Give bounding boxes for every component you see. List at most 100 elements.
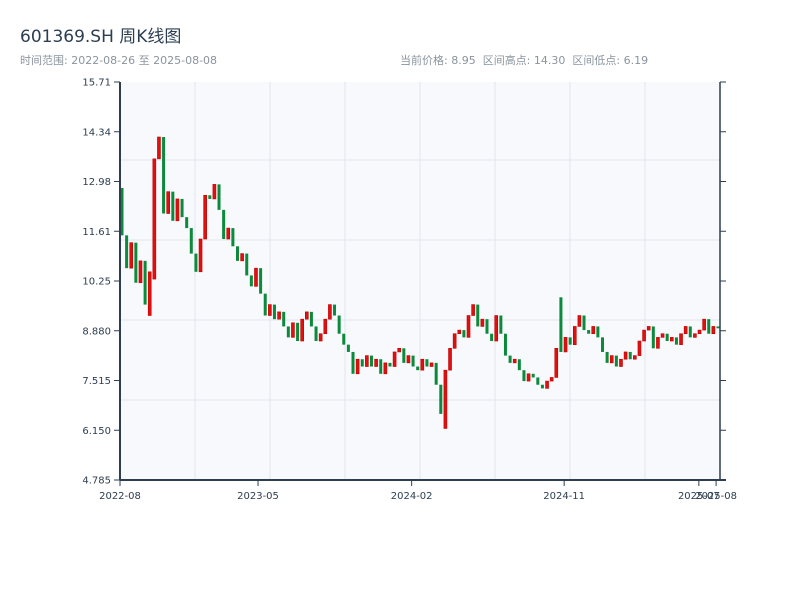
candle-up (545, 380, 549, 389)
candle-up (471, 304, 475, 316)
candle-up (383, 362, 388, 375)
candle-down (688, 326, 692, 338)
candle-down (208, 195, 212, 199)
candle-up (420, 358, 425, 371)
candle-up (392, 351, 397, 367)
candle-down (522, 370, 526, 382)
candle-up (457, 329, 462, 335)
candle-up (646, 326, 651, 331)
candle-up (633, 355, 637, 360)
x-tick-label: 2023-05 (237, 491, 279, 502)
candle-down (674, 337, 678, 345)
candle-up (623, 351, 628, 360)
candle-down (189, 228, 193, 254)
candle-down (346, 344, 350, 352)
candle-down (388, 362, 392, 367)
candle-down (490, 333, 494, 342)
candle-down (194, 253, 198, 272)
candle-up (642, 329, 646, 342)
candle-up (466, 315, 471, 338)
candle-up (291, 322, 295, 338)
candle-down (162, 137, 166, 214)
candle-up (240, 253, 244, 262)
candle-up (683, 326, 688, 335)
candle-up (554, 348, 559, 378)
candle-up (166, 191, 171, 214)
candle-down (379, 359, 383, 374)
candle-up (448, 348, 452, 371)
candle-up (609, 355, 614, 364)
candle-down (531, 373, 535, 378)
candle-up (374, 358, 378, 367)
candle-down (716, 326, 720, 329)
y-tick-label: 6.150 (82, 426, 111, 437)
candle-down (245, 253, 249, 276)
candle-up (157, 136, 161, 160)
candle-down (568, 337, 572, 345)
candle-up (549, 377, 554, 382)
candle-down (628, 351, 632, 360)
candle-up (512, 358, 517, 364)
candle-down (596, 326, 600, 338)
candle-up (318, 333, 323, 342)
candle-up (147, 271, 152, 316)
x-tick-label: 2024-02 (391, 491, 433, 502)
candle-down (222, 209, 226, 240)
candle-down (125, 235, 129, 269)
candle-down (536, 377, 540, 385)
candle-down (236, 246, 240, 261)
candle-down (508, 355, 512, 363)
candle-down (665, 333, 669, 342)
candle-up (452, 333, 457, 349)
candle-down (651, 326, 655, 349)
candle-down (485, 319, 489, 334)
candle-up (152, 158, 157, 280)
candle-down (143, 260, 147, 305)
candle-up (669, 337, 674, 342)
candle-down (309, 311, 313, 327)
candle-down (416, 366, 420, 371)
candle-up (637, 340, 642, 356)
candle-down (462, 330, 466, 338)
candle-down (499, 315, 503, 334)
candle-down (134, 242, 138, 283)
candle-up (443, 369, 448, 429)
candle-up (702, 318, 706, 331)
y-tick-label: 14.34 (82, 127, 111, 138)
candle-up (323, 318, 328, 335)
candle-down (286, 326, 290, 338)
y-tick-label: 4.785 (82, 476, 111, 487)
candle-down (259, 268, 263, 294)
candle-down (263, 293, 267, 316)
candle-down (582, 315, 586, 331)
candle-down (439, 384, 443, 414)
candle-up (591, 326, 596, 335)
candle-up (305, 311, 309, 320)
candle-up (268, 304, 272, 316)
y-tick-label: 12.98 (82, 177, 111, 188)
candle-down (231, 228, 235, 247)
candle-down (614, 355, 618, 367)
y-tick-label: 10.25 (82, 277, 111, 288)
candle-down (540, 384, 544, 389)
candle-up (577, 315, 582, 327)
candle-down (587, 330, 591, 334)
candle-up (679, 333, 683, 345)
y-tick-label: 7.515 (82, 376, 111, 387)
candle-down (342, 333, 346, 345)
candle-up (129, 242, 134, 269)
candle-up (526, 373, 531, 382)
candle-up (693, 333, 697, 338)
candle-up (406, 355, 411, 364)
candle-down (402, 348, 406, 363)
x-tick-label: 2025-08 (695, 491, 737, 502)
candle-up (429, 362, 434, 367)
candle-down (559, 297, 563, 352)
candle-down (272, 304, 276, 320)
candle-up (494, 315, 499, 342)
candle-down (249, 275, 253, 287)
candle-down (605, 351, 609, 363)
x-tick-label: 2024-11 (543, 491, 585, 502)
candle-down (351, 351, 355, 374)
candle-up (656, 337, 660, 349)
